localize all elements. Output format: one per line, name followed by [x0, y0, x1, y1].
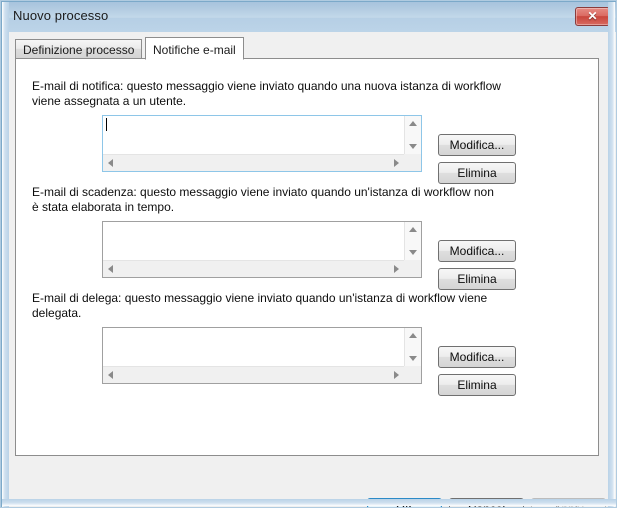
notifica-horizontal-scrollbar[interactable] [103, 154, 404, 171]
window-title: Nuovo processo [13, 8, 109, 23]
scroll-down-icon[interactable] [409, 144, 417, 149]
delega-delete-button[interactable]: Elimina [438, 374, 516, 396]
window-frame-right [608, 2, 615, 507]
delega-description: E-mail di delega: questo messaggio viene… [32, 291, 488, 320]
dialog-window: Nuovo processo ✕ Definizione processo No… [0, 0, 617, 508]
tab-panel-notifiche-email: E-mail di notifica: questo messaggio vie… [15, 58, 599, 456]
delega-vertical-scrollbar[interactable] [404, 328, 421, 366]
delega-textarea[interactable] [103, 328, 404, 366]
scroll-left-icon[interactable] [108, 265, 113, 273]
delega-horizontal-scrollbar[interactable] [103, 366, 404, 383]
scroll-down-icon[interactable] [409, 356, 417, 361]
delega-edit-button[interactable]: Modifica... [438, 346, 516, 368]
scadenza-edit-button[interactable]: Modifica... [438, 240, 516, 262]
notifica-textarea[interactable] [103, 116, 404, 154]
dialog-body: Definizione processo Notifiche e-mail E-… [9, 32, 610, 507]
scadenza-delete-button[interactable]: Elimina [438, 268, 516, 290]
notifica-textbox[interactable] [102, 115, 422, 172]
scroll-up-icon[interactable] [409, 333, 417, 338]
scroll-left-icon[interactable] [108, 159, 113, 167]
window-frame-left [2, 2, 9, 507]
scroll-up-icon[interactable] [409, 121, 417, 126]
text-caret [106, 118, 107, 131]
scrollbar-corner [404, 366, 421, 383]
notifica-delete-button[interactable]: Elimina [438, 162, 516, 184]
close-icon: ✕ [587, 9, 598, 23]
scrollbar-corner [404, 260, 421, 277]
scrollbar-corner [404, 154, 421, 171]
scadenza-horizontal-scrollbar[interactable] [103, 260, 404, 277]
title-bar: Nuovo processo ✕ [2, 2, 616, 32]
scadenza-textarea[interactable] [103, 222, 404, 260]
delega-textbox[interactable] [102, 327, 422, 384]
scroll-up-icon[interactable] [409, 227, 417, 232]
scroll-right-icon[interactable] [394, 371, 399, 379]
scroll-left-icon[interactable] [108, 371, 113, 379]
tab-notifiche-email[interactable]: Notifiche e-mail [145, 37, 244, 60]
scroll-right-icon[interactable] [394, 265, 399, 273]
notifica-description: E-mail di notifica: questo messaggio vie… [32, 79, 501, 108]
scadenza-textbox[interactable] [102, 221, 422, 278]
window-frame-bottom [2, 499, 616, 506]
scroll-down-icon[interactable] [409, 250, 417, 255]
notifica-vertical-scrollbar[interactable] [404, 116, 421, 154]
scadenza-description: E-mail di scadenza: questo messaggio vie… [32, 185, 494, 214]
scroll-right-icon[interactable] [394, 159, 399, 167]
close-button[interactable]: ✕ [575, 7, 610, 26]
tab-definizione-processo[interactable]: Definizione processo [15, 39, 143, 59]
scadenza-vertical-scrollbar[interactable] [404, 222, 421, 260]
notifica-edit-button[interactable]: Modifica... [438, 134, 516, 156]
